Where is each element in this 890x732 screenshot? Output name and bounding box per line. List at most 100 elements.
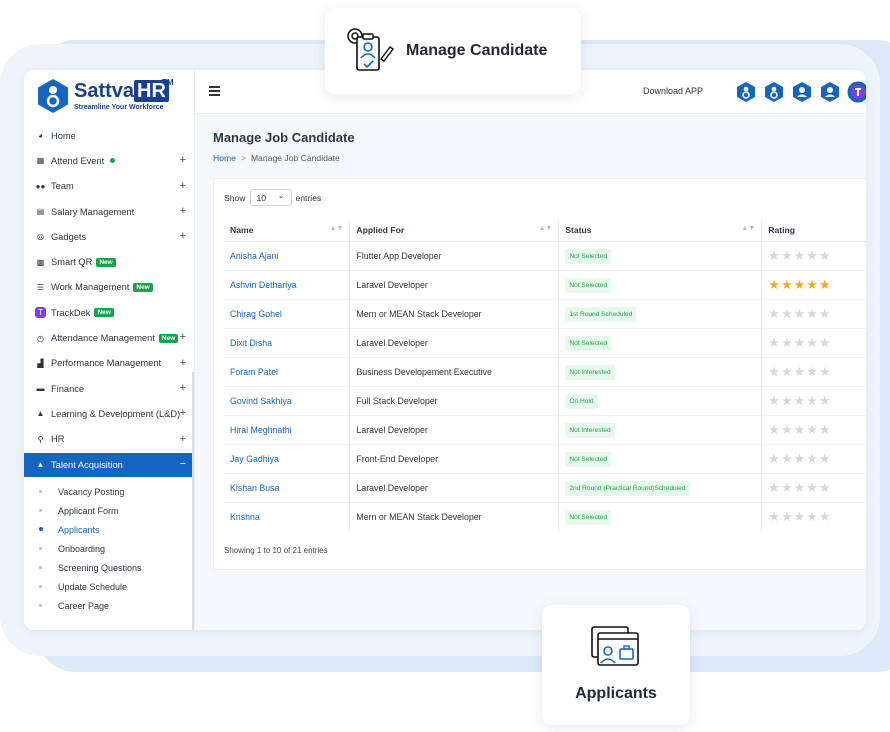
star-icon[interactable]: ★ xyxy=(781,393,793,408)
star-icon[interactable]: ★ xyxy=(794,422,806,437)
star-rating[interactable]: ★★★★★ xyxy=(768,451,831,466)
star-icon[interactable]: ★ xyxy=(768,480,780,495)
star-rating[interactable]: ★★★★★ xyxy=(768,277,831,292)
candidate-name-link[interactable]: Krishna xyxy=(224,502,351,531)
star-icon[interactable]: ★ xyxy=(781,248,793,263)
star-icon[interactable]: ★ xyxy=(806,364,818,379)
column-header-name[interactable]: Name ▲▼ xyxy=(224,219,351,242)
candidate-name-link[interactable]: Jay Gadhiya xyxy=(224,444,351,474)
star-icon[interactable]: ★ xyxy=(819,509,831,524)
candidate-name-link[interactable]: Hiral Meghnathi xyxy=(224,415,351,445)
candidate-name-link[interactable]: Dixit Disha xyxy=(224,328,351,358)
star-icon[interactable]: ★ xyxy=(806,393,818,408)
star-icon[interactable]: ★ xyxy=(794,248,806,263)
star-icon[interactable]: ★ xyxy=(806,422,818,437)
star-icon[interactable]: ★ xyxy=(768,335,780,350)
submenu-item-applicants[interactable]: Applicants xyxy=(24,520,194,539)
sidebar-item-smart-qr[interactable]: ▩ Smart QR New xyxy=(24,249,194,274)
sidebar-item-talent-acquisition[interactable]: ▲ Talent Acquisition − xyxy=(24,452,194,477)
star-icon[interactable]: ★ xyxy=(806,335,818,350)
star-icon[interactable]: ★ xyxy=(806,451,818,466)
star-rating[interactable]: ★★★★★ xyxy=(768,393,831,408)
app-hexagon-icon[interactable] xyxy=(763,81,785,103)
sidebar-item-trackdek[interactable]: T TrackDek New xyxy=(24,300,194,325)
star-icon[interactable]: ★ xyxy=(781,422,793,437)
sidebar-item-learning-development-l-d[interactable]: ▲ Learning & Development (L&D) + xyxy=(24,401,194,426)
sidebar-item-hr[interactable]: ⚲ HR + xyxy=(24,427,194,452)
submenu-item-career-page[interactable]: Career Page xyxy=(24,596,194,615)
star-icon[interactable]: ★ xyxy=(819,248,831,263)
expand-icon[interactable]: + xyxy=(180,382,186,394)
breadcrumb-home-link[interactable]: Home xyxy=(213,153,236,163)
star-icon[interactable]: ★ xyxy=(781,277,793,292)
star-icon[interactable]: ★ xyxy=(806,480,818,495)
expand-icon[interactable]: + xyxy=(180,407,186,419)
star-icon[interactable]: ★ xyxy=(794,451,806,466)
expand-icon[interactable]: + xyxy=(180,230,186,242)
star-rating[interactable]: ★★★★★ xyxy=(768,364,831,379)
star-icon[interactable]: ★ xyxy=(768,364,780,379)
star-icon[interactable]: ★ xyxy=(781,306,793,321)
star-icon[interactable]: ★ xyxy=(806,509,818,524)
expand-icon[interactable]: + xyxy=(180,357,186,369)
sidebar-item-performance-management[interactable]: ▟ Performance Management + xyxy=(24,351,194,376)
candidate-name-link[interactable]: Anisha Ajani xyxy=(224,241,351,271)
sidebar-scrollbar[interactable] xyxy=(192,372,194,630)
star-rating[interactable]: ★★★★★ xyxy=(768,509,831,524)
collapse-icon[interactable]: − xyxy=(180,458,186,470)
menu-toggle-icon[interactable] xyxy=(209,86,220,98)
user-hexagon-icon[interactable] xyxy=(791,81,813,103)
app-hexagon-icon[interactable] xyxy=(735,81,757,103)
column-header-status[interactable]: Status ▲▼ xyxy=(558,219,763,242)
star-icon[interactable]: ★ xyxy=(819,393,831,408)
star-icon[interactable]: ★ xyxy=(768,509,780,524)
candidate-name-link[interactable]: Govind Sakhiya xyxy=(224,386,351,416)
candidate-name-link[interactable]: Foram Patel xyxy=(224,357,351,387)
submenu-item-screening-questions[interactable]: Screening Questions xyxy=(24,558,194,577)
sidebar-item-attendance-management[interactable]: ◷ Attendance Management New + xyxy=(24,325,194,350)
star-icon[interactable]: ★ xyxy=(781,335,793,350)
star-icon[interactable]: ★ xyxy=(794,335,806,350)
sidebar-item-gadgets[interactable]: ◎ Gadgets + xyxy=(24,224,194,249)
star-icon[interactable]: ★ xyxy=(781,480,793,495)
sidebar-item-team[interactable]: ●● Team + xyxy=(24,174,194,199)
expand-icon[interactable]: + xyxy=(180,331,186,343)
submenu-item-update-schedule[interactable]: Update Schedule xyxy=(24,577,194,596)
user-hexagon-icon[interactable] xyxy=(819,81,841,103)
star-rating[interactable]: ★★★★★ xyxy=(768,306,831,321)
star-icon[interactable]: ★ xyxy=(768,393,780,408)
star-icon[interactable]: ★ xyxy=(806,248,818,263)
star-rating[interactable]: ★★★★★ xyxy=(768,248,831,263)
submenu-item-applicant-form[interactable]: Applicant Form xyxy=(24,501,194,520)
star-icon[interactable]: ★ xyxy=(819,480,831,495)
brand-logo[interactable]: Sattva HR TM Streamline Your Workforce xyxy=(36,78,186,118)
sidebar-item-work-management[interactable]: ☰ Work Management New xyxy=(24,275,194,300)
trackdek-icon[interactable] xyxy=(847,81,866,103)
star-icon[interactable]: ★ xyxy=(806,277,818,292)
star-icon[interactable]: ★ xyxy=(794,393,806,408)
expand-icon[interactable]: + xyxy=(180,180,186,192)
star-icon[interactable]: ★ xyxy=(768,451,780,466)
star-rating[interactable]: ★★★★★ xyxy=(768,335,831,350)
star-rating[interactable]: ★★★★★ xyxy=(768,422,831,437)
star-icon[interactable]: ★ xyxy=(768,277,780,292)
sidebar-item-salary-management[interactable]: ▤ Salary Management + xyxy=(24,199,194,224)
expand-icon[interactable]: + xyxy=(180,205,186,217)
entries-select[interactable]: 10 ⌄ xyxy=(249,189,292,206)
column-header-rating[interactable]: Rating xyxy=(761,219,866,242)
submenu-item-onboarding[interactable]: Onboarding xyxy=(24,539,194,558)
star-icon[interactable]: ★ xyxy=(819,451,831,466)
download-app-label[interactable]: Download APP xyxy=(643,86,703,96)
sidebar-item-finance[interactable]: ▬ Finance + xyxy=(24,376,194,401)
expand-icon[interactable]: + xyxy=(180,433,186,445)
star-icon[interactable]: ★ xyxy=(768,248,780,263)
star-icon[interactable]: ★ xyxy=(806,306,818,321)
submenu-item-vacancy-posting[interactable]: Vacancy Posting xyxy=(24,482,194,501)
star-rating[interactable]: ★★★★★ xyxy=(768,480,831,495)
star-icon[interactable]: ★ xyxy=(819,277,831,292)
sidebar-item-home[interactable]: ◕ Home xyxy=(24,123,194,148)
star-icon[interactable]: ★ xyxy=(794,509,806,524)
candidate-name-link[interactable]: Kishan Busa xyxy=(224,473,351,503)
star-icon[interactable]: ★ xyxy=(768,306,780,321)
star-icon[interactable]: ★ xyxy=(794,480,806,495)
